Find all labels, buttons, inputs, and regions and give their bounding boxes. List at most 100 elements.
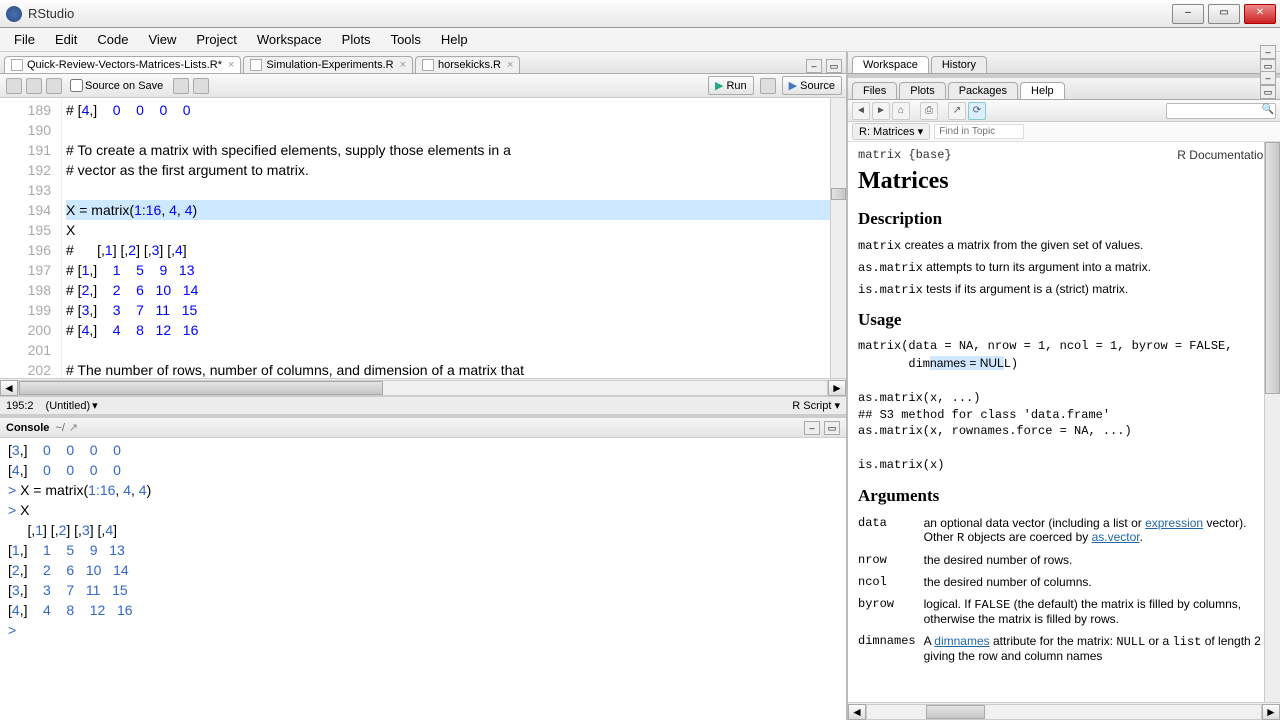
tab-history[interactable]: History bbox=[931, 56, 987, 73]
minimize-pane-button[interactable]: – bbox=[806, 59, 822, 73]
chevron-down-icon[interactable]: ▾ bbox=[834, 400, 840, 412]
maximize-pane-button[interactable]: ▭ bbox=[824, 421, 840, 435]
help-args-header: Arguments bbox=[858, 486, 1270, 506]
title-bar: RStudio – ▭ ✕ bbox=[0, 0, 1280, 28]
tab-help[interactable]: Help bbox=[1020, 82, 1065, 99]
console-title: Console bbox=[6, 422, 49, 434]
source-editor[interactable]: 1891901911921931941951961971981992002012… bbox=[0, 98, 846, 378]
lower-right-tabs: Files Plots Packages Help – ▭ bbox=[848, 78, 1280, 100]
close-icon[interactable]: × bbox=[507, 59, 513, 71]
document-icon bbox=[422, 59, 434, 71]
scroll-right-icon[interactable]: ► bbox=[1262, 704, 1280, 720]
tab-plots[interactable]: Plots bbox=[899, 82, 945, 99]
home-icon[interactable]: ⌂ bbox=[892, 102, 910, 120]
scope-selector[interactable]: (Untitled) bbox=[46, 400, 91, 412]
link-dimnames[interactable]: dimnames bbox=[934, 634, 989, 648]
help-search[interactable]: 🔍 bbox=[1166, 103, 1276, 119]
tab-packages[interactable]: Packages bbox=[948, 82, 1018, 99]
scroll-right-icon[interactable]: ► bbox=[828, 380, 846, 396]
print-icon[interactable]: ⎙ bbox=[920, 102, 938, 120]
source-status-bar: 195:2 (Untitled) ▾ R Script ▾ bbox=[0, 396, 846, 414]
source-horizontal-scrollbar[interactable]: ◄ ► bbox=[0, 378, 846, 396]
minimize-pane-button[interactable]: – bbox=[1260, 45, 1276, 59]
source-on-save-label: Source on Save bbox=[85, 80, 163, 92]
refresh-icon[interactable]: ⟳ bbox=[968, 102, 986, 120]
link-expression[interactable]: expression bbox=[1145, 516, 1203, 530]
maximize-pane-button[interactable]: ▭ bbox=[826, 59, 842, 73]
forward-icon[interactable]: ► bbox=[872, 102, 890, 120]
maximize-pane-button[interactable]: ▭ bbox=[1260, 85, 1276, 99]
tab-workspace[interactable]: Workspace bbox=[852, 56, 929, 73]
maximize-button[interactable]: ▭ bbox=[1208, 4, 1240, 24]
scrollbar-thumb[interactable] bbox=[19, 381, 383, 395]
forward-icon[interactable] bbox=[26, 78, 42, 94]
source-tab-2[interactable]: Simulation-Experiments.R × bbox=[243, 56, 413, 73]
upper-right-tabs: Workspace History – ▭ bbox=[848, 52, 1280, 74]
menu-tools[interactable]: Tools bbox=[381, 30, 431, 49]
help-desc-header: Description bbox=[858, 209, 1270, 229]
help-vertical-scrollbar[interactable] bbox=[1264, 142, 1280, 702]
menu-plots[interactable]: Plots bbox=[332, 30, 381, 49]
menu-help[interactable]: Help bbox=[431, 30, 478, 49]
help-toolbar: ◄ ► ⌂ ⎙ ↗ ⟳ 🔍 bbox=[848, 100, 1280, 122]
search-icon: 🔍 bbox=[1262, 104, 1274, 115]
help-breadcrumb: R: Matrices ▾ bbox=[848, 122, 1280, 142]
document-icon bbox=[11, 59, 23, 71]
scrollbar-thumb[interactable] bbox=[831, 188, 846, 200]
source-vertical-scrollbar[interactable] bbox=[830, 98, 846, 378]
minimize-pane-button[interactable]: – bbox=[804, 421, 820, 435]
close-button[interactable]: ✕ bbox=[1244, 4, 1276, 24]
arg-desc: an optional data vector (including a lis… bbox=[924, 514, 1270, 551]
line-gutter: 1891901911921931941951961971981992002012… bbox=[0, 98, 62, 378]
source-on-save-checkbox[interactable] bbox=[70, 79, 83, 92]
help-search-input[interactable] bbox=[1166, 103, 1276, 119]
scroll-left-icon[interactable]: ◄ bbox=[0, 380, 18, 396]
help-desc-line: as.matrix attempts to turn its argument … bbox=[858, 259, 1270, 277]
popout-icon[interactable]: ↗ bbox=[948, 102, 966, 120]
source-tab-1[interactable]: Quick-Review-Vectors-Matrices-Lists.R* × bbox=[4, 56, 241, 73]
chevron-down-icon[interactable]: ▾ bbox=[92, 399, 98, 412]
minimize-pane-button[interactable]: – bbox=[1260, 71, 1276, 85]
arg-desc: logical. If FALSE (the default) the matr… bbox=[924, 595, 1270, 632]
back-icon[interactable] bbox=[6, 78, 22, 94]
language-mode[interactable]: R Script bbox=[792, 400, 831, 412]
menu-project[interactable]: Project bbox=[186, 30, 246, 49]
menu-edit[interactable]: Edit bbox=[45, 30, 87, 49]
wand-icon[interactable] bbox=[193, 78, 209, 94]
find-in-topic-input[interactable] bbox=[934, 124, 1024, 139]
code-area[interactable]: # [4,] 0 0 0 0# To create a matrix with … bbox=[62, 98, 846, 378]
help-content[interactable]: matrix {base} R Documentation Matrices D… bbox=[848, 142, 1280, 720]
source-toolbar: Source on Save ▶Run ▶Source bbox=[0, 74, 846, 98]
minimize-button[interactable]: – bbox=[1172, 4, 1204, 24]
console[interactable]: [3,] 0 0 0 0[4,] 0 0 0 0> X = matrix(1:1… bbox=[0, 438, 846, 720]
left-panes: Quick-Review-Vectors-Matrices-Lists.R* ×… bbox=[0, 52, 848, 720]
close-icon[interactable]: × bbox=[228, 59, 234, 71]
save-icon[interactable] bbox=[46, 78, 62, 94]
menu-view[interactable]: View bbox=[138, 30, 186, 49]
back-icon[interactable]: ◄ bbox=[852, 102, 870, 120]
help-horizontal-scrollbar[interactable]: ◄ ► bbox=[848, 702, 1280, 720]
close-icon[interactable]: × bbox=[400, 59, 406, 71]
scroll-left-icon[interactable]: ◄ bbox=[848, 704, 866, 720]
rerun-icon[interactable] bbox=[760, 78, 776, 94]
menu-workspace[interactable]: Workspace bbox=[247, 30, 332, 49]
source-button[interactable]: ▶Source bbox=[782, 76, 842, 95]
source-label: Source bbox=[800, 80, 835, 92]
source-tab-3[interactable]: horsekicks.R × bbox=[415, 56, 520, 73]
link-asvector[interactable]: as.vector bbox=[1092, 530, 1140, 544]
scrollbar-thumb[interactable] bbox=[926, 705, 985, 719]
help-usage-header: Usage bbox=[858, 310, 1270, 330]
tab-files[interactable]: Files bbox=[852, 82, 897, 99]
menu-file[interactable]: File bbox=[4, 30, 45, 49]
popout-icon[interactable]: ↗ bbox=[69, 421, 78, 434]
run-button[interactable]: ▶Run bbox=[708, 76, 754, 95]
arg-name: dimnames bbox=[858, 632, 924, 669]
arg-desc: the desired number of rows. bbox=[924, 551, 1270, 573]
help-topic-chip[interactable]: R: Matrices ▾ bbox=[852, 123, 930, 140]
find-icon[interactable] bbox=[173, 78, 189, 94]
scrollbar-thumb[interactable] bbox=[1265, 142, 1280, 394]
source-tab-label: horsekicks.R bbox=[438, 59, 501, 71]
arg-name: ncol bbox=[858, 573, 924, 595]
menu-code[interactable]: Code bbox=[87, 30, 138, 49]
help-desc-line: matrix creates a matrix from the given s… bbox=[858, 237, 1270, 255]
